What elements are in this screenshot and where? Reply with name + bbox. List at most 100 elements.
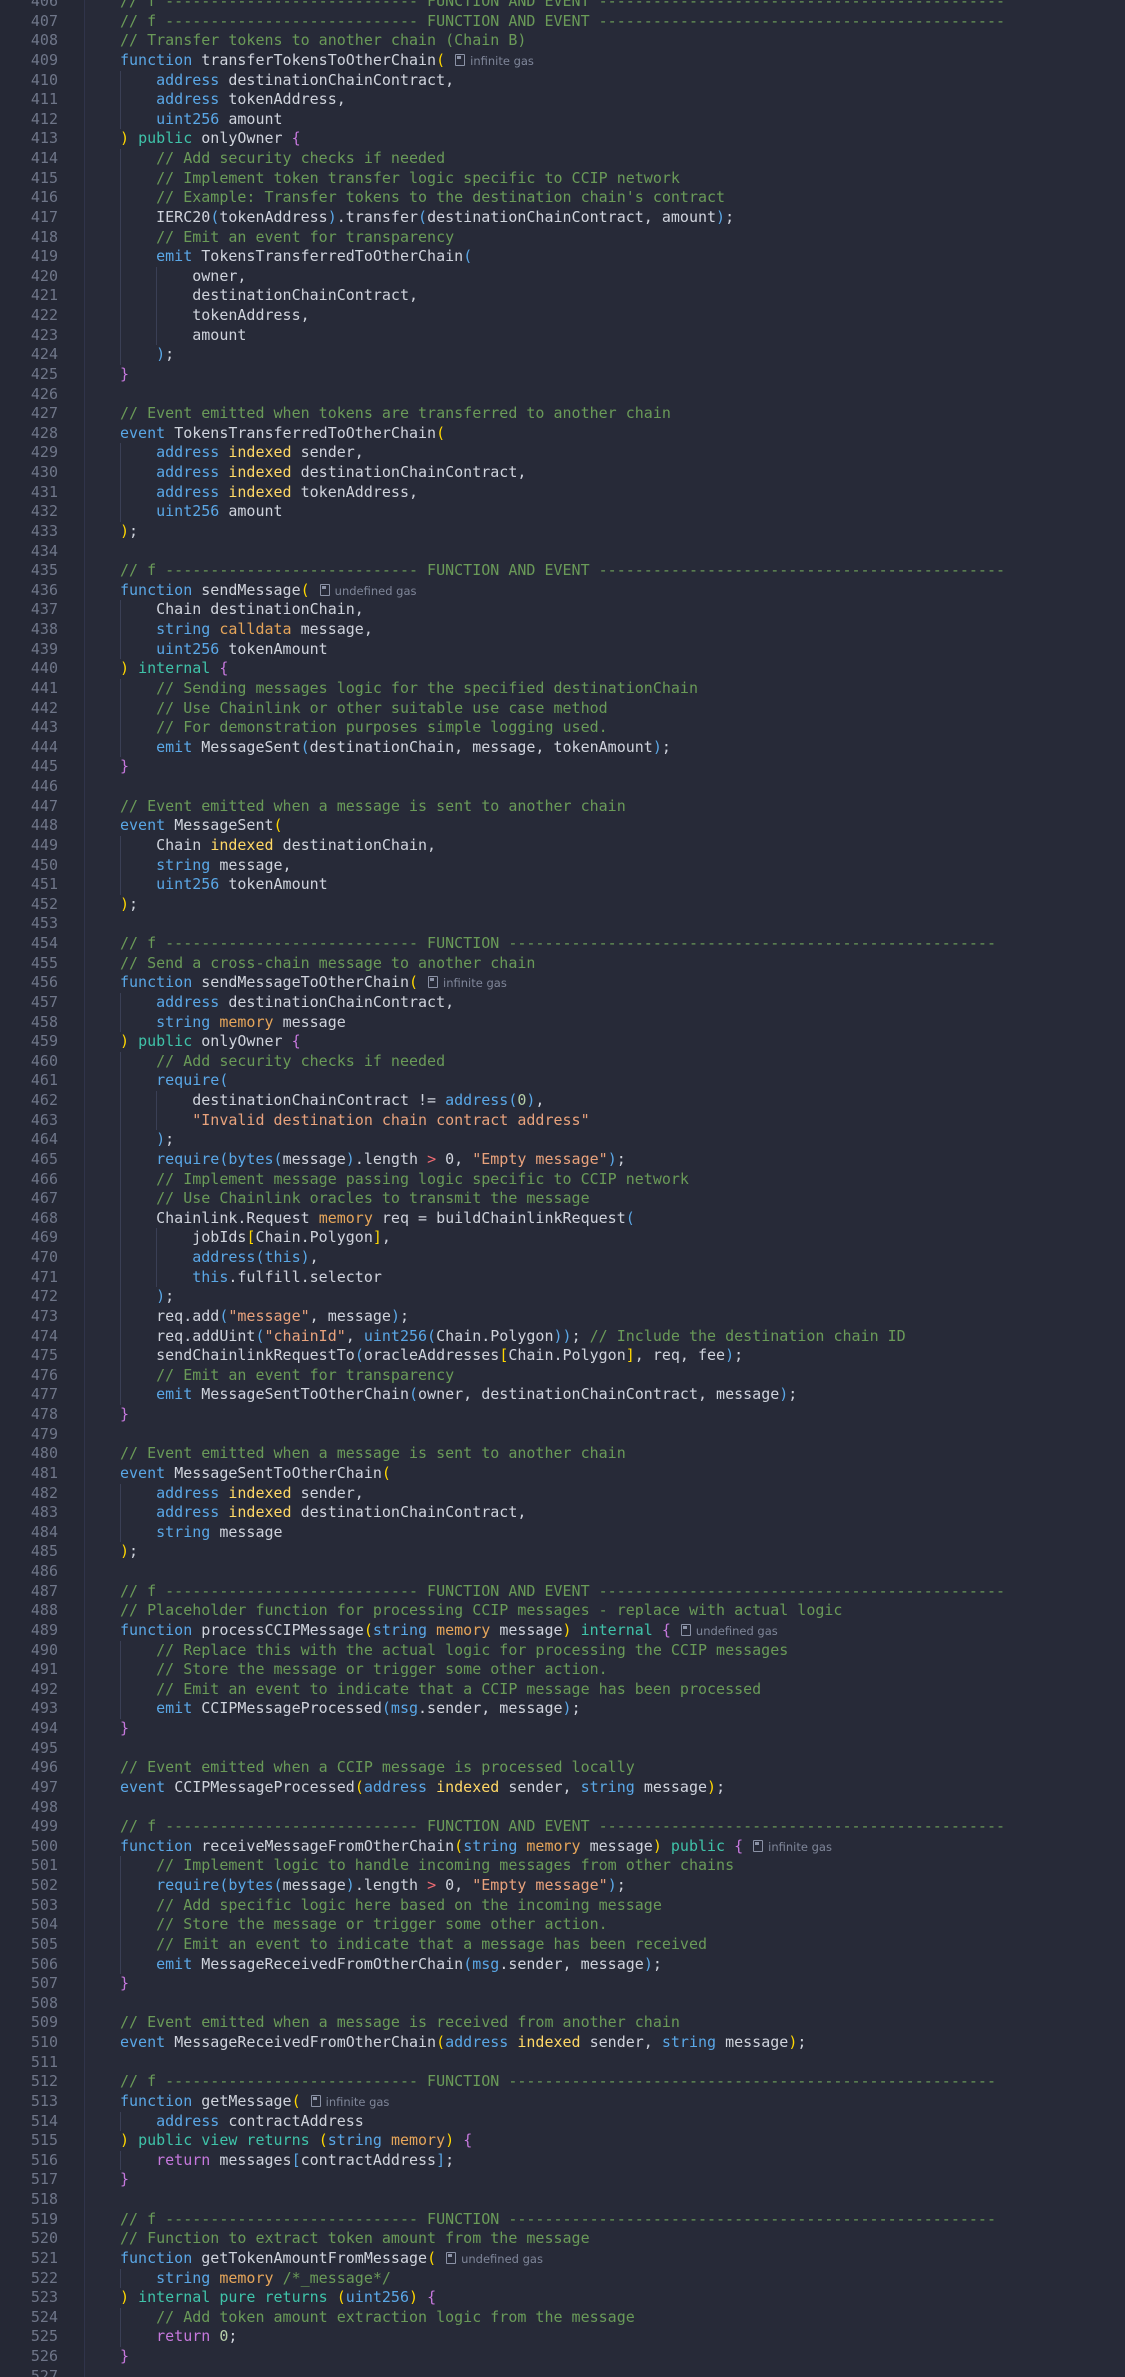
code-line[interactable]: 514 address contractAddress [0,2111,1125,2132]
code-text[interactable]: } [120,1405,129,1425]
code-text[interactable]: req.add("message", message); [120,1307,409,1327]
code-line[interactable]: 521 function getTokenAmountFromMessage(un… [0,2249,1125,2269]
code-text[interactable]: address indexed sender, [120,1484,364,1504]
code-line[interactable]: 416 // Example: Transfer tokens to the d… [0,188,1125,208]
code-text[interactable]: Chain indexed destinationChain, [120,836,436,856]
code-text[interactable]: ); [120,1287,174,1307]
code-line[interactable]: 481 event MessageSentToOtherChain( [0,1464,1125,1484]
code-line[interactable]: 436 function sendMessage(undefined gas [0,581,1125,601]
code-text[interactable]: // Replace this with the actual logic fo… [120,1641,788,1661]
code-line[interactable]: 508 [0,1994,1125,2014]
code-line[interactable]: 443 // For demonstration purposes simple… [0,718,1125,738]
code-line[interactable]: 504 // Store the message or trigger some… [0,1915,1125,1935]
code-line[interactable]: 458 string memory message [0,1012,1125,1033]
code-line[interactable]: 423 amount [0,325,1125,346]
code-line[interactable]: 466 // Implement message passing logic s… [0,1169,1125,1190]
code-text[interactable]: address indexed tokenAddress, [120,483,418,503]
code-line[interactable]: 479 [0,1425,1125,1445]
code-line[interactable]: 513 function getMessage(infinite gas [0,2092,1125,2112]
code-text[interactable]: event CCIPMessageProcessed(address index… [120,1778,725,1798]
code-text[interactable]: // Implement message passing logic speci… [120,1170,689,1190]
code-text[interactable]: // f ---------------------------- FUNCTI… [120,0,1005,12]
code-text[interactable]: function receiveMessageFromOtherChain(st… [120,1837,832,1858]
code-line[interactable]: 433); [0,522,1125,542]
code-line[interactable]: 449 Chain indexed destinationChain, [0,835,1125,856]
code-line[interactable]: 456 function sendMessageToOtherChain(infi… [0,973,1125,993]
code-line[interactable]: 431 address indexed tokenAddress, [0,482,1125,503]
code-line[interactable]: 409 function transferTokensToOtherChain(i… [0,51,1125,71]
code-line[interactable]: 499 // f ---------------------------- FUN… [0,1817,1125,1837]
code-text[interactable]: // Emit an event for transparency [120,1366,454,1386]
code-line[interactable]: 441 // Sending messages logic for the sp… [0,678,1125,699]
code-line[interactable]: 461 require( [0,1071,1125,1091]
code-line[interactable]: 468 Chainlink.Request memory req = build… [0,1208,1125,1229]
code-line[interactable]: 437 Chain destinationChain, [0,600,1125,620]
code-text[interactable]: // Add security checks if needed [120,149,445,169]
code-text[interactable]: ); [120,345,174,365]
code-text[interactable]: // Add specific logic here based on the … [120,1896,662,1916]
code-line[interactable]: 411 address tokenAddress, [0,90,1125,110]
code-text[interactable]: function getTokenAmountFromMessage(undef… [120,2249,543,2270]
code-text[interactable]: function sendMessage(undefined gas [120,581,417,602]
code-text[interactable]: return messages[contractAddress]; [120,2151,454,2171]
code-line[interactable]: 510 event MessageReceivedFromOtherChain(a… [0,2033,1125,2053]
code-text[interactable]: amount [120,326,246,346]
code-text[interactable]: // Example: Transfer tokens to the desti… [120,188,725,208]
code-editor[interactable]: 406 // f ---------------------------- FUN… [0,0,1125,2377]
code-line[interactable]: 440) internal { [0,659,1125,679]
code-line[interactable]: 490 // Replace this with the actual logi… [0,1640,1125,1661]
code-text[interactable]: // Implement token transfer logic specif… [120,169,680,189]
code-text[interactable]: // Add token amount extraction logic fro… [120,2308,635,2328]
code-line[interactable]: 491 // Store the message or trigger some… [0,1660,1125,1680]
code-text[interactable]: // Emit an event to indicate that a CCIP… [120,1680,761,1700]
code-line[interactable]: 471 this.fulfill.selector [0,1267,1125,1288]
code-text[interactable]: address indexed destinationChainContract… [120,1503,526,1523]
code-line[interactable]: 417 IERC20(tokenAddress).transfer(destin… [0,207,1125,228]
code-line[interactable]: 487 // f ---------------------------- FUN… [0,1582,1125,1602]
code-text[interactable]: // Store the message or trigger some oth… [120,1915,608,1935]
code-text[interactable]: // Event emitted when tokens are transfe… [120,404,671,424]
code-text[interactable]: ) public view returns (string memory) { [120,2131,472,2151]
code-line[interactable]: 413) public onlyOwner { [0,129,1125,149]
code-text[interactable]: // f ---------------------------- FUNCTI… [120,1817,1005,1837]
code-line[interactable]: 524 // Add token amount extraction logic… [0,2307,1125,2328]
code-text[interactable]: uint256 tokenAmount [120,875,328,895]
code-text[interactable]: ); [120,522,138,542]
code-text[interactable]: jobIds[Chain.Polygon], [120,1228,391,1248]
code-line[interactable]: 518 [0,2190,1125,2210]
code-line[interactable]: 520 // Function to extract token amount f… [0,2229,1125,2249]
code-line[interactable]: 467 // Use Chainlink oracles to transmit… [0,1189,1125,1209]
code-text[interactable]: address destinationChainContract, [120,71,454,91]
code-text[interactable]: this.fulfill.selector [120,1268,382,1288]
code-line[interactable]: 501 // Implement logic to handle incomin… [0,1856,1125,1876]
code-line[interactable]: 434 [0,542,1125,562]
code-line[interactable]: 448 event MessageSent( [0,816,1125,836]
code-line[interactable]: 444 emit MessageSent(destinationChain, m… [0,737,1125,758]
code-text[interactable]: function processCCIPMessage(string memor… [120,1621,778,1642]
code-text[interactable]: event MessageReceivedFromOtherChain(addr… [120,2033,806,2053]
code-text[interactable]: function getMessage(infinite gas [120,2092,389,2113]
code-text[interactable]: destinationChainContract, [120,286,418,306]
code-line[interactable]: 486 [0,1562,1125,1582]
code-text[interactable]: address indexed sender, [120,443,364,463]
code-line[interactable]: 421 destinationChainContract, [0,286,1125,306]
code-text[interactable]: // Event emitted when a CCIP message is … [120,1758,635,1778]
code-text[interactable]: address indexed destinationChainContract… [120,463,526,483]
code-line[interactable]: 473 req.add("message", message); [0,1306,1125,1327]
code-line[interactable]: 446 [0,777,1125,797]
code-line[interactable]: 485); [0,1542,1125,1562]
code-line[interactable]: 498 [0,1798,1125,1818]
code-line[interactable]: 465 require(bytes(message).length > 0, "… [0,1149,1125,1170]
code-text[interactable]: ) internal { [120,659,228,679]
code-line[interactable]: 460 // Add security checks if needed [0,1051,1125,1072]
code-line[interactable]: 452); [0,895,1125,915]
code-line[interactable]: 453 [0,914,1125,934]
code-line[interactable]: 502 require(bytes(message).length > 0, "… [0,1876,1125,1896]
code-line[interactable]: 451 uint256 tokenAmount [0,875,1125,895]
code-text[interactable]: emit MessageSent(destinationChain, messa… [120,738,671,758]
code-text[interactable]: IERC20(tokenAddress).transfer(destinatio… [120,208,734,228]
code-line[interactable]: 408 // Transfer tokens to another chain (… [0,31,1125,51]
code-line[interactable]: 442 // Use Chainlink or other suitable u… [0,698,1125,719]
code-line[interactable]: 482 address indexed sender, [0,1483,1125,1504]
code-text[interactable]: ) public onlyOwner { [120,1032,301,1052]
